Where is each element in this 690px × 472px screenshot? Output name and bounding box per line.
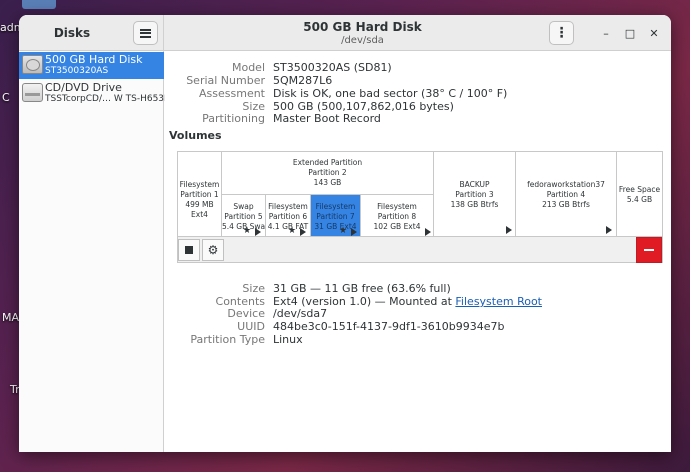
play-icon xyxy=(351,228,357,236)
close-icon: ✕ xyxy=(649,26,659,40)
extended-type: Extended Partition xyxy=(292,158,363,167)
gear-icon: ⚙ xyxy=(207,243,219,257)
partition-3-label: BACKUP xyxy=(459,180,490,189)
desktop-folder-icon[interactable] xyxy=(22,0,56,9)
sidebar-header: Disks xyxy=(19,15,164,51)
drive-name: 500 GB Hard Disk xyxy=(45,53,143,66)
hard-disk-icon xyxy=(22,55,43,74)
free-space-size: 5.4 GB xyxy=(626,195,653,204)
partition-5[interactable]: Swap Partition 5 5.4 GB Swap ★ xyxy=(222,195,266,236)
partition-options-button[interactable]: ⚙ xyxy=(202,239,224,261)
vol-ptype-value: Linux xyxy=(273,333,303,346)
disks-window: Disks 500 GB Hard Disk /dev/sda ⋮ – □ ✕ … xyxy=(19,15,671,452)
minimize-icon: – xyxy=(603,26,609,40)
minus-icon xyxy=(644,249,654,251)
partition-1-type: Filesystem xyxy=(179,180,220,189)
partition-1-number: Partition 1 xyxy=(180,190,219,199)
drive-item-hard-disk[interactable]: 500 GB Hard Disk ST3500320AS xyxy=(19,52,164,79)
minimize-button[interactable]: – xyxy=(597,24,615,42)
star-icon: ★ xyxy=(339,226,348,236)
serial-key: Serial Number xyxy=(186,74,265,87)
vol-device-key: Device xyxy=(227,307,265,320)
partition-7-selected[interactable]: Filesystem Partition 7 31 GB Ext4 ★ xyxy=(311,195,361,236)
partition-4-size: 213 GB Btrfs xyxy=(542,200,590,209)
partition-8[interactable]: Filesystem Partition 8 102 GB Ext4 xyxy=(361,195,434,236)
window-title: 500 GB Hard Disk xyxy=(303,20,422,34)
free-space-label: Free Space xyxy=(618,185,661,194)
assessment-value: Disk is OK, one bad sector (38° C / 100°… xyxy=(273,87,508,100)
extended-number: Partition 2 xyxy=(308,168,347,177)
drive-model: ST3500320AS xyxy=(45,66,109,76)
partition-8-number: Partition 8 xyxy=(377,212,417,221)
partition-4[interactable]: fedoraworkstation37 Partition 4 213 GB B… xyxy=(516,152,617,236)
volume-toolbar: ⚙ xyxy=(178,236,662,263)
filesystem-root-link[interactable]: Filesystem Root xyxy=(455,295,542,308)
partition-6-number: Partition 6 xyxy=(268,212,308,221)
model-value: ST3500320AS (SD81) xyxy=(273,61,392,74)
play-icon xyxy=(606,226,612,234)
serial-value: 5QM287L6 xyxy=(273,74,333,87)
partition-6[interactable]: Filesystem Partition 6 4.1 GB FAT ★ xyxy=(266,195,311,236)
main-menu-button[interactable] xyxy=(133,21,158,45)
maximize-icon: □ xyxy=(624,26,636,40)
window-subtitle: /dev/sda xyxy=(341,35,384,46)
model-key: Model xyxy=(231,61,265,74)
drive-name: CD/DVD Drive xyxy=(45,81,122,94)
partition-3-number: Partition 3 xyxy=(455,190,494,199)
partition-5-number: Partition 5 xyxy=(224,212,263,221)
free-space[interactable]: Free Space 5.4 GB xyxy=(617,152,662,236)
volumes-graphic: Filesystem Partition 1 499 MB Ext4 Exten… xyxy=(177,151,663,263)
desktop-label-c[interactable]: C xyxy=(2,91,10,104)
partition-5-type: Swap xyxy=(233,202,254,211)
disk-details-panel: Model ST3500320AS (SD81) Serial Number 5… xyxy=(165,51,671,452)
delete-partition-button[interactable] xyxy=(636,237,662,263)
drive-options-button[interactable]: ⋮ xyxy=(549,21,574,45)
partition-8-type: Filesystem xyxy=(377,202,417,211)
header-bar: Disks 500 GB Hard Disk /dev/sda ⋮ – □ ✕ xyxy=(19,15,671,51)
partition-3-size: 138 GB Btrfs xyxy=(450,200,499,209)
vol-ptype-key: Partition Type xyxy=(190,333,265,346)
close-button[interactable]: ✕ xyxy=(645,24,663,42)
vol-size-value: 31 GB — 11 GB free (63.6% full) xyxy=(273,282,451,295)
hamburger-icon xyxy=(140,28,151,38)
extended-partition[interactable]: Extended Partition Partition 2 143 GB xyxy=(222,152,434,195)
star-icon: ★ xyxy=(243,226,252,236)
star-icon: ★ xyxy=(288,226,297,236)
vol-uuid-value: 484be3c0-151f-4137-9df1-3610b9934e7b xyxy=(273,320,505,333)
partition-7-number: Partition 7 xyxy=(316,212,355,221)
play-icon xyxy=(506,226,512,234)
vol-size-key: Size xyxy=(242,282,265,295)
drive-item-optical[interactable]: CD/DVD Drive TSSTcorpCD/… W TS-H653L xyxy=(19,80,169,107)
assessment-key: Assessment xyxy=(199,87,265,100)
partition-8-size: 102 GB Ext4 xyxy=(373,222,421,231)
partition-1[interactable]: Filesystem Partition 1 499 MB Ext4 xyxy=(178,152,222,236)
partitioning-key: Partitioning xyxy=(202,112,265,125)
play-icon xyxy=(255,228,261,236)
volumes-heading: Volumes xyxy=(169,129,222,142)
sidebar-title: Disks xyxy=(53,26,91,40)
partition-1-size: 499 MB Ext4 xyxy=(185,200,214,219)
vol-uuid-key: UUID xyxy=(237,320,265,333)
extended-size: 143 GB xyxy=(313,178,342,187)
partition-4-label: fedoraworkstation37 xyxy=(527,180,605,189)
partition-7-type: Filesystem xyxy=(315,202,356,211)
kebab-menu-icon: ⋮ xyxy=(554,25,569,41)
drive-list: 500 GB Hard Disk ST3500320AS CD/DVD Driv… xyxy=(19,51,169,452)
play-icon xyxy=(300,228,306,236)
play-icon xyxy=(425,228,431,236)
vol-device-value: /dev/sda7 xyxy=(273,307,328,320)
partition-4-number: Partition 4 xyxy=(546,190,586,199)
maximize-button[interactable]: □ xyxy=(621,24,639,42)
optical-drive-icon xyxy=(22,83,43,102)
unmount-button[interactable] xyxy=(178,239,200,261)
desktop-label-ma[interactable]: MA xyxy=(2,311,19,324)
partition-6-type: Filesystem xyxy=(268,202,308,211)
partition-3[interactable]: BACKUP Partition 3 138 GB Btrfs xyxy=(434,152,516,236)
partitioning-value: Master Boot Record xyxy=(273,112,381,125)
drive-model: TSSTcorpCD/… W TS-H653L xyxy=(45,94,170,104)
stop-icon xyxy=(185,246,193,254)
